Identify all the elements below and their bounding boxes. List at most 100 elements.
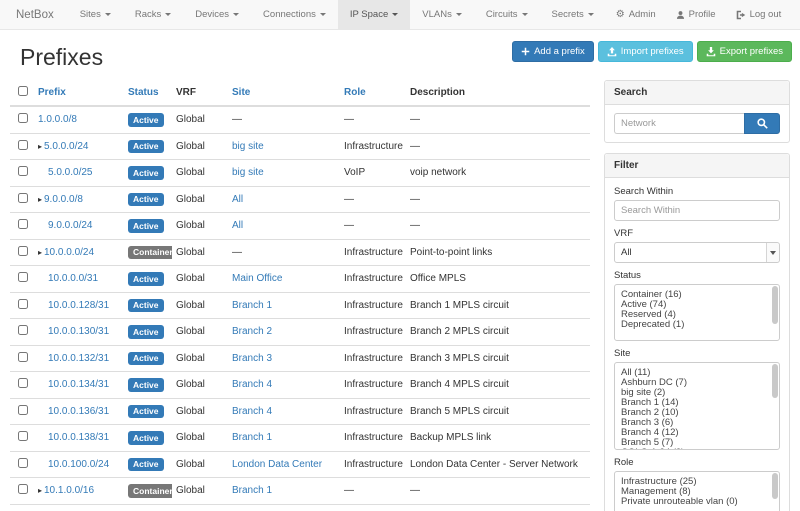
nav-item-label: Profile [689,9,716,20]
export-prefixes-button[interactable]: Export prefixes [697,41,792,62]
site-link[interactable]: Main Office [232,273,282,284]
description-cell: Point-to-point links [406,239,590,266]
site-link[interactable]: All [232,194,243,205]
status-label: Status [614,270,780,281]
site-link[interactable]: Branch 4 [232,406,272,417]
prefix-table-body: 1.0.0.0/8ActiveGlobal———▸5.0.0.0/24Activ… [10,106,590,511]
role-option[interactable]: Private unrouteable vlan (0) [621,497,769,507]
brand-logo[interactable]: NetBox [0,0,68,29]
site-link[interactable]: Branch 1 [232,432,272,443]
search-within-input[interactable] [614,200,780,221]
vrf-select[interactable]: All [614,242,780,263]
nav-item-secrets[interactable]: Secrets [540,0,606,29]
prefix-link[interactable]: 10.0.0.0/24 [44,247,94,258]
row-checkbox[interactable] [18,378,28,388]
button-label: Export prefixes [720,46,783,57]
row-checkbox[interactable] [18,166,28,176]
scrollbar-thumb[interactable] [772,473,778,499]
row-checkbox[interactable] [18,272,28,282]
column-header-status[interactable]: Status [128,87,159,98]
row-checkbox[interactable] [18,352,28,362]
prefix-link[interactable]: 10.0.0.136/31 [48,406,109,417]
table-row: 5.0.0.0/25ActiveGlobalbig siteVoIPvoip n… [10,160,590,187]
nav-item-ip-space[interactable]: IP Space [338,0,410,29]
site-option[interactable]: COLO-1-24 (3) [621,448,769,450]
search-button[interactable] [744,113,780,134]
site-cell: Branch 2 [228,319,340,346]
role-listbox[interactable]: Infrastructure (25)Management (8)Private… [614,471,780,511]
column-header-site[interactable]: Site [232,87,250,98]
prefix-link[interactable]: 5.0.0.0/25 [48,167,92,178]
site-link[interactable]: Branch 3 [232,353,272,364]
column-header-prefix[interactable]: Prefix [38,87,66,98]
site-link[interactable]: big site [232,141,264,152]
add-a-prefix-button[interactable]: Add a prefix [512,41,594,62]
row-checkbox[interactable] [18,193,28,203]
site-link[interactable]: Branch 1 [232,300,272,311]
prefix-link[interactable]: 10.0.0.0/31 [48,273,98,284]
row-checkbox[interactable] [18,458,28,468]
nav-item-sites[interactable]: Sites [68,0,123,29]
row-checkbox[interactable] [18,113,28,123]
row-checkbox[interactable] [18,246,28,256]
description-cell: — [406,186,590,213]
action-buttons: Add a prefixImport prefixes Export prefix… [512,41,792,62]
prefix-link[interactable]: 10.0.0.138/31 [48,432,109,443]
prefix-link[interactable]: 10.0.0.128/31 [48,300,109,311]
row-checkbox[interactable] [18,219,28,229]
nav-item-vlans[interactable]: VLANs [410,0,474,29]
nav-item-profile[interactable]: Profile [666,0,726,29]
site-link[interactable]: Branch 4 [232,379,272,390]
site-link[interactable]: All [232,220,243,231]
table-row: 10.0.0.132/31ActiveGlobalBranch 3Infrast… [10,345,590,372]
role-cell: — [340,213,406,240]
prefix-link[interactable]: 9.0.0.0/8 [44,194,83,205]
prefix-link[interactable]: 10.0.0.130/31 [48,326,109,337]
nav-item-label: Sites [80,9,101,20]
table-row: ▸10.0.0.0/24ContainerGlobal—Infrastructu… [10,239,590,266]
site-link[interactable]: London Data Center [232,459,322,470]
site-listbox[interactable]: All (11)Ashburn DC (7)big site (2)Branch… [614,362,780,450]
row-checkbox[interactable] [18,405,28,415]
description-cell: Branch 1 MPLS circuit [406,292,590,319]
search-panel: Search [604,80,790,143]
column-header-role[interactable]: Role [344,87,366,98]
prefix-link[interactable]: 10.0.0.132/31 [48,353,109,364]
prefix-link[interactable]: 1.0.0.0/8 [38,114,77,125]
prefix-link[interactable]: 10.0.100.0/24 [48,459,109,470]
select-all-checkbox[interactable] [18,86,28,96]
row-checkbox[interactable] [18,299,28,309]
nav-item-label: Admin [629,9,656,20]
search-input[interactable] [614,113,744,134]
prefix-link[interactable]: 10.1.0.0/16 [44,485,94,496]
scrollbar-thumb[interactable] [772,286,778,324]
nav-item-circuits[interactable]: Circuits [474,0,540,29]
scrollbar-thumb[interactable] [772,364,778,398]
status-listbox[interactable]: Container (16)Active (74)Reserved (4)Dep… [614,284,780,341]
nav-item-devices[interactable]: Devices [183,0,251,29]
site-cell: All [228,186,340,213]
status-option[interactable]: Deprecated (1) [621,320,769,330]
site-cell: — [228,106,340,133]
row-checkbox[interactable] [18,140,28,150]
import-prefixes-button[interactable]: Import prefixes [598,41,693,62]
row-checkbox[interactable] [18,431,28,441]
nav-item-log-out[interactable]: Log out [726,0,792,29]
row-checkbox[interactable] [18,325,28,335]
site-link[interactable]: big site [232,167,264,178]
prefix-table: Prefix Status VRF Site Role Description … [10,80,590,511]
nav-item-connections[interactable]: Connections [251,0,338,29]
prefix-link[interactable]: 10.0.0.134/31 [48,379,109,390]
site-link[interactable]: Branch 2 [232,326,272,337]
site-cell: Branch 3 [228,345,340,372]
description-cell: Branch 2 MPLS circuit [406,319,590,346]
status-badge: Active [128,431,164,445]
role-cell: Infrastructure [340,425,406,452]
search-within-label: Search Within [614,186,780,197]
nav-item-racks[interactable]: Racks [123,0,183,29]
prefix-link[interactable]: 9.0.0.0/24 [48,220,92,231]
prefix-link[interactable]: 5.0.0.0/24 [44,141,88,152]
site-link[interactable]: Branch 1 [232,485,272,496]
row-checkbox[interactable] [18,484,28,494]
nav-item-admin[interactable]: ⚙Admin [606,0,666,29]
